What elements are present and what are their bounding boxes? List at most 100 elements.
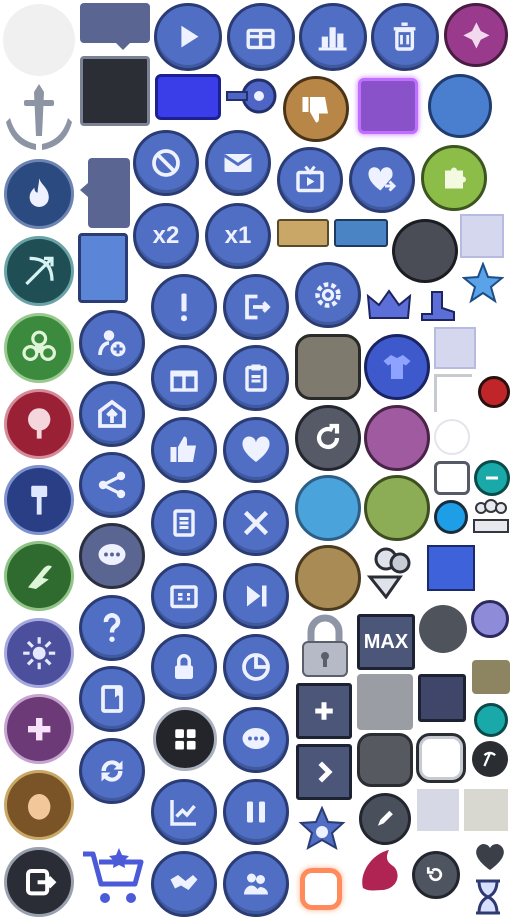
- clipboard-button[interactable]: [223, 345, 289, 411]
- tooltip-arrow: [116, 43, 130, 50]
- dark-tile: [80, 56, 150, 126]
- key-icon[interactable]: [223, 74, 279, 118]
- users-icon: [366, 545, 420, 599]
- add-user-button[interactable]: [79, 310, 145, 376]
- white-square-button[interactable]: [434, 461, 470, 495]
- lavender-tile: [460, 214, 504, 258]
- swap-button[interactable]: [79, 738, 145, 804]
- max-label: MAX: [363, 630, 409, 653]
- sand-orb: [295, 545, 361, 611]
- sky-orb: [295, 475, 361, 541]
- chat-button[interactable]: [79, 523, 145, 589]
- x1-button[interactable]: x1: [205, 203, 271, 269]
- exit-icon[interactable]: [4, 847, 74, 917]
- dark-gray-tile: [357, 733, 413, 787]
- gold-tooltip: [277, 219, 329, 247]
- blue-card: [78, 233, 128, 303]
- bow-icon[interactable]: [4, 236, 74, 306]
- share-button[interactable]: [79, 452, 145, 518]
- olive-tile: [472, 660, 510, 694]
- sheriff-badge-icon: [296, 806, 348, 858]
- heart-button[interactable]: [223, 417, 289, 483]
- fire-icon[interactable]: [4, 159, 74, 229]
- line-chart-button[interactable]: [151, 779, 217, 845]
- hammer-icon[interactable]: [4, 465, 74, 535]
- pie-chart-button[interactable]: [223, 634, 289, 700]
- ticket-icon[interactable]: [155, 74, 221, 120]
- plus-button[interactable]: [296, 683, 352, 739]
- thumbs-up-button[interactable]: [151, 417, 217, 483]
- invite-button[interactable]: [79, 381, 145, 447]
- user-shield-icon: [471, 600, 509, 638]
- hourglass-icon: [470, 878, 506, 916]
- boot-icon: [418, 288, 460, 322]
- question-button[interactable]: [79, 595, 145, 661]
- emblem-button[interactable]: [444, 3, 508, 67]
- x2-button[interactable]: x2: [133, 203, 199, 269]
- navy-tile: [418, 674, 466, 722]
- user-team-icon: [471, 498, 511, 534]
- bar-chart-button[interactable]: [299, 3, 367, 71]
- side-tooltip: [88, 158, 130, 228]
- restart-button[interactable]: [412, 851, 460, 899]
- pickaxe-button[interactable]: [472, 741, 508, 777]
- heart-dark-icon: [472, 838, 508, 874]
- heart-share-button[interactable]: [349, 147, 415, 213]
- magenta-flame-icon: [353, 846, 405, 898]
- prohibited-button[interactable]: [133, 130, 199, 196]
- grid-button[interactable]: [153, 707, 217, 771]
- logout-button[interactable]: [223, 274, 289, 340]
- blue-orb: [428, 74, 492, 138]
- cart-icon[interactable]: [79, 844, 149, 908]
- star-badge-icon: [462, 262, 504, 304]
- refresh-button[interactable]: [295, 405, 361, 471]
- red-dot-icon: [478, 376, 510, 408]
- puzzle-button[interactable]: [421, 145, 487, 211]
- minus-button[interactable]: [474, 460, 510, 496]
- sun-icon[interactable]: [4, 618, 74, 688]
- group-button[interactable]: [223, 851, 289, 917]
- speech-bubble-button[interactable]: [223, 707, 289, 773]
- settings-gear-button[interactable]: [295, 262, 361, 328]
- tv-button[interactable]: [277, 147, 343, 213]
- chevron-right-button[interactable]: [296, 744, 352, 800]
- blank-circle-placeholder: [3, 4, 75, 76]
- mail-button[interactable]: [205, 130, 271, 196]
- sword-emblem-icon: [2, 80, 76, 154]
- white-bracket-frame: [434, 374, 472, 412]
- pale-lavender-tile: [417, 789, 459, 831]
- stone-orb: [392, 219, 458, 283]
- play-button[interactable]: [154, 3, 222, 71]
- medic-icon[interactable]: [4, 694, 74, 764]
- biohazard-icon[interactable]: [4, 313, 74, 383]
- claw-icon[interactable]: [4, 541, 74, 611]
- handshake-button[interactable]: [151, 851, 217, 917]
- shirt-button[interactable]: [364, 334, 430, 400]
- list-button[interactable]: [151, 490, 217, 556]
- crossed-swords-button[interactable]: [223, 490, 289, 556]
- ad-button[interactable]: [474, 703, 508, 737]
- white-rounded-tile: [416, 733, 466, 783]
- gray-tile: [295, 334, 361, 400]
- gift-button[interactable]: [151, 345, 217, 411]
- pencil-button[interactable]: [359, 793, 411, 845]
- blue-tooltip: [334, 219, 388, 247]
- tooltip-panel: [80, 3, 150, 43]
- padlock-icon: [297, 614, 353, 680]
- exclamation-button[interactable]: [151, 274, 217, 340]
- book-button[interactable]: [79, 666, 145, 732]
- head-icon[interactable]: [4, 770, 74, 840]
- lock-button[interactable]: [151, 634, 217, 700]
- purple-orb: [364, 405, 430, 471]
- gift-box-button[interactable]: [227, 3, 295, 71]
- trash-button[interactable]: [371, 3, 439, 71]
- blue-dot-icon: [434, 500, 468, 534]
- green-orb: [364, 475, 430, 541]
- blue-square-tile: [427, 545, 475, 591]
- silver-tile: [357, 674, 413, 730]
- tree-icon[interactable]: [4, 389, 74, 459]
- thumbs-down-button[interactable]: [283, 76, 349, 142]
- pause-button[interactable]: [223, 779, 289, 845]
- skip-forward-button[interactable]: [223, 563, 289, 629]
- id-card-button[interactable]: [151, 563, 217, 629]
